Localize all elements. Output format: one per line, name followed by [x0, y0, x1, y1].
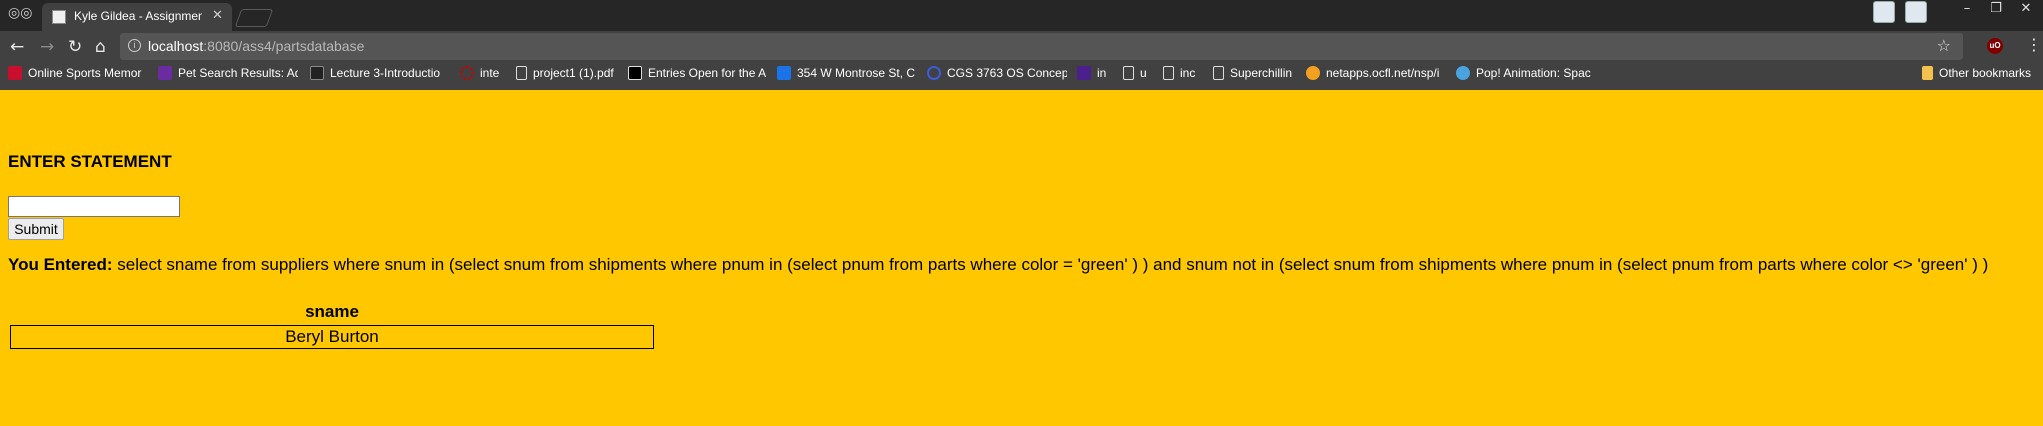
bookmark-favicon-icon [460, 66, 474, 80]
entered-statement: You Entered: select sname from suppliers… [8, 254, 2033, 275]
page-content: ENTER STATEMENT Submit You Entered: sele… [0, 90, 2043, 426]
bookmark-favicon-icon [158, 66, 172, 80]
bookmark-item[interactable]: inte [460, 66, 510, 84]
browser-tab[interactable]: Kyle Gildea - Assignment ✕ [42, 3, 232, 31]
page-icon [1213, 66, 1224, 80]
bookmark-favicon-icon [310, 66, 324, 80]
tab-strip: ◎◎ Kyle Gildea - Assignment ✕ – ❐ ✕ [0, 0, 2043, 31]
entered-query: select sname from suppliers where snum i… [117, 255, 1989, 274]
bookmark-label: inte [480, 66, 500, 80]
bookmark-item[interactable]: Pop! Animation: Spac [1456, 66, 1596, 84]
tab-close-icon[interactable]: ✕ [212, 8, 223, 23]
bookmark-item[interactable]: CGS 3763 OS Concept [927, 66, 1067, 84]
reload-icon[interactable]: ↻ [68, 37, 82, 57]
bookmark-label: Pop! Animation: Spac [1476, 66, 1591, 80]
entered-label: You Entered: [8, 255, 113, 274]
bookmark-item[interactable]: u [1123, 66, 1163, 84]
bookmarks-bar: Online Sports Memor Pet Search Results: … [0, 62, 2043, 88]
bookmark-label: project1 (1).pdf [533, 66, 614, 80]
table-cell: Beryl Burton [10, 325, 654, 349]
incognito-icon: ◎◎ [8, 5, 33, 21]
bookmark-label: Pet Search Results: Ad [178, 66, 298, 80]
page-heading: ENTER STATEMENT [8, 152, 172, 171]
page-icon [516, 66, 527, 80]
bookmark-label: in [1097, 66, 1107, 80]
bookmark-item[interactable]: Entries Open for the A [628, 66, 768, 84]
bookmark-label: 354 W Montrose St, C [797, 66, 916, 80]
bookmark-favicon-icon [1077, 66, 1091, 80]
bookmark-star-icon[interactable]: ☆ [1937, 36, 1951, 55]
column-header-sname: sname [305, 301, 359, 321]
profile-icon[interactable] [1873, 1, 1895, 23]
extension-icon[interactable] [1905, 1, 1927, 23]
url-text: localhost:8080/ass4/partsdatabase [148, 38, 364, 54]
page-icon [1123, 66, 1134, 80]
bookmark-favicon-icon [1306, 66, 1320, 80]
toolbar: ← → ↻ ⌂ i localhost:8080/ass4/partsdatab… [0, 31, 2043, 62]
bookmark-label: Superchillin [1230, 66, 1293, 80]
other-bookmarks-label: Other bookmarks [1939, 66, 2032, 80]
address-bar[interactable]: i localhost:8080/ass4/partsdatabase ☆ [120, 33, 1963, 60]
bookmark-label: Lecture 3-Introductio [330, 66, 441, 80]
url-host: localhost [148, 38, 204, 54]
menu-icon[interactable]: ⋮ [2026, 35, 2042, 54]
bookmark-item[interactable]: Pet Search Results: Ad [158, 66, 298, 84]
bookmark-label: Online Sports Memor [28, 66, 142, 80]
bookmark-item[interactable]: Lecture 3-Introductio [310, 66, 450, 84]
url-path: :8080/ass4/partsdatabase [203, 38, 365, 54]
home-icon[interactable]: ⌂ [95, 37, 106, 57]
info-icon[interactable]: i [128, 39, 141, 52]
bookmark-label: u [1140, 66, 1147, 80]
ublock-icon[interactable]: uO [1987, 38, 2003, 54]
bookmark-favicon-icon [1456, 66, 1470, 80]
other-bookmarks[interactable]: Other bookmarks [1922, 66, 2040, 84]
table-header-row: sname [10, 300, 654, 323]
tab-title: Kyle Gildea - Assignment [74, 9, 202, 23]
forward-icon[interactable]: → [40, 37, 54, 57]
folder-icon [1922, 66, 1933, 80]
restore-icon[interactable]: ❐ [1981, 0, 2011, 20]
back-icon[interactable]: ← [10, 37, 24, 57]
bookmark-item[interactable]: project1 (1).pdf [516, 66, 621, 84]
bookmark-item[interactable]: 354 W Montrose St, C [777, 66, 917, 84]
close-window-icon[interactable]: ✕ [2011, 0, 2041, 20]
bookmark-item[interactable]: in [1077, 66, 1117, 84]
bookmark-favicon-icon [777, 66, 791, 80]
bookmark-label: CGS 3763 OS Concept [947, 66, 1067, 80]
table-row: Beryl Burton [10, 325, 654, 349]
browser-chrome: ◎◎ Kyle Gildea - Assignment ✕ – ❐ ✕ ← → … [0, 0, 2043, 90]
bookmark-item[interactable]: inc [1163, 66, 1208, 84]
bookmark-label: inc [1180, 66, 1196, 80]
bookmark-item[interactable]: netapps.ocfl.net/nsp/i [1306, 66, 1446, 84]
bookmark-favicon-icon [927, 66, 941, 80]
bookmark-item[interactable]: Online Sports Memor [8, 66, 148, 84]
bookmark-favicon-icon [628, 66, 642, 80]
bookmark-item[interactable]: Superchillin [1213, 66, 1303, 84]
minimize-icon[interactable]: – [1952, 0, 1982, 20]
new-tab-button[interactable] [234, 9, 274, 27]
result-table: sname Beryl Burton [8, 298, 656, 351]
statement-input[interactable] [8, 196, 180, 217]
page-icon [1163, 66, 1174, 80]
tab-favicon-icon [52, 10, 66, 24]
bookmark-label: Entries Open for the A [648, 66, 767, 80]
submit-button[interactable]: Submit [8, 218, 64, 240]
bookmark-favicon-icon [8, 66, 22, 80]
bookmark-label: netapps.ocfl.net/nsp/i [1326, 66, 1440, 80]
